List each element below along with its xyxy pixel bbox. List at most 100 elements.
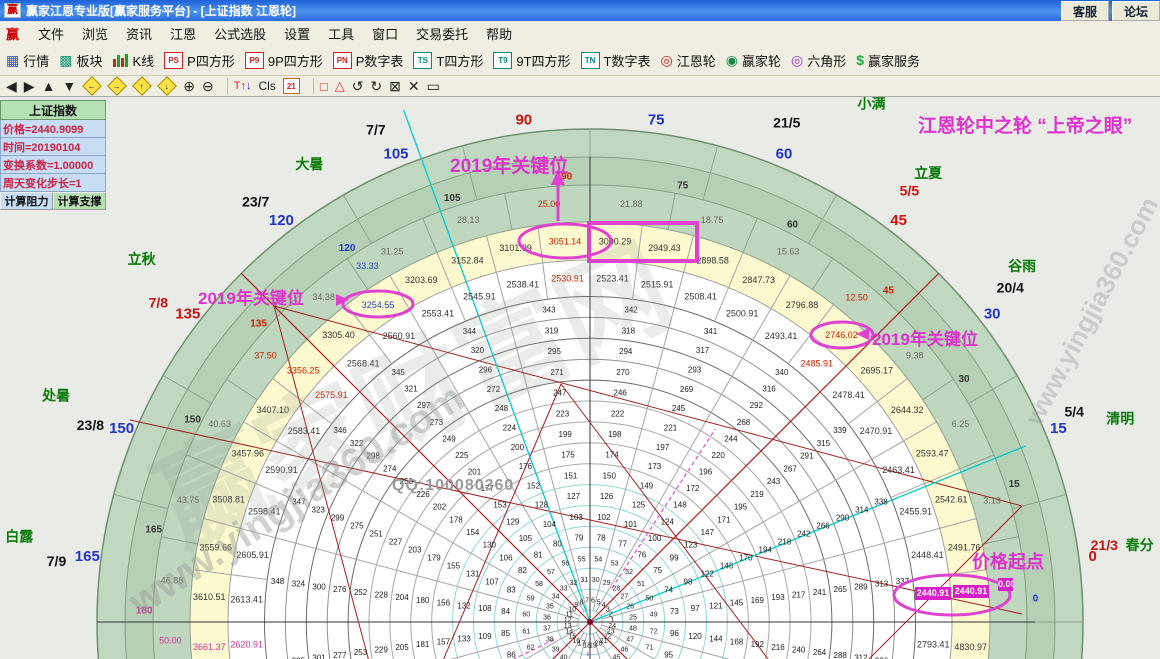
menu-item-0[interactable]: 文件 (29, 21, 73, 45)
svg-text:2508.41: 2508.41 (684, 291, 717, 301)
svg-text:32: 32 (570, 580, 578, 587)
pan-down-diamond-icon[interactable]: ↓ (158, 79, 176, 93)
svg-text:135: 135 (175, 305, 200, 322)
svg-text:2500.91: 2500.91 (726, 309, 759, 319)
nav-up-icon[interactable]: ▲ (42, 78, 56, 94)
toolbar-button-2[interactable]: K线 (113, 51, 155, 70)
svg-text:219: 219 (750, 490, 764, 499)
svg-text:36: 36 (543, 614, 551, 621)
svg-text:33.33: 33.33 (356, 261, 379, 271)
cls-button[interactable]: Cls (258, 79, 275, 93)
pan-right-diamond-icon[interactable]: → (108, 79, 126, 93)
svg-text:84: 84 (501, 607, 510, 616)
svg-text:46: 46 (621, 646, 629, 653)
svg-text:150: 150 (184, 415, 201, 426)
svg-text:49: 49 (650, 612, 658, 619)
nav-left-icon[interactable]: ◀ (6, 78, 17, 95)
svg-text:275: 275 (350, 521, 364, 530)
svg-text:40: 40 (560, 654, 568, 659)
select-box-icon[interactable]: ⊠ (389, 78, 401, 95)
menu-item-5[interactable]: 设置 (275, 21, 319, 45)
svg-text:216: 216 (771, 643, 785, 652)
svg-text:202: 202 (433, 503, 447, 512)
svg-text:130: 130 (483, 541, 497, 550)
svg-text:2746.02: 2746.02 (825, 330, 858, 340)
board-icon[interactable]: ▭ (427, 78, 440, 95)
menu-item-7[interactable]: 窗口 (363, 21, 407, 45)
toolbar-label-5: P数字表 (356, 51, 404, 70)
svg-text:立夏: 立夏 (914, 165, 943, 181)
svg-text:203: 203 (408, 545, 422, 554)
rotate-cw-icon[interactable]: ↻ (370, 78, 382, 95)
menu-item-3[interactable]: 江恩 (161, 21, 205, 45)
toolbar-button-8[interactable]: TNT数字表 (581, 51, 651, 70)
calc-support-button[interactable]: 计算支撑 (53, 192, 106, 210)
svg-text:34.38: 34.38 (312, 292, 335, 302)
svg-text:242: 242 (797, 529, 811, 538)
toolbar-button-10[interactable]: ◉赢家轮 (726, 51, 781, 70)
menu-item-2[interactable]: 资讯 (117, 21, 161, 45)
svg-text:107: 107 (485, 577, 499, 586)
svg-text:221: 221 (664, 424, 678, 433)
svg-text:50.00: 50.00 (159, 635, 182, 645)
svg-text:100: 100 (648, 534, 662, 543)
svg-text:15: 15 (1009, 479, 1021, 490)
svg-text:0: 0 (1033, 594, 1039, 605)
toolbar-button-6[interactable]: TST四方形 (413, 51, 483, 70)
rotate-ccw-icon[interactable]: ↺ (352, 78, 364, 95)
svg-text:222: 222 (611, 409, 625, 418)
svg-text:193: 193 (771, 593, 785, 602)
toolbar-button-7[interactable]: T99T四方形 (493, 51, 570, 70)
calendar-icon[interactable]: 21 (283, 78, 300, 94)
menu-item-8[interactable]: 交易委托 (407, 21, 477, 45)
main-toolbar: ▦行情 ▩板块 K线 PSP四方形 P99P四方形 PNP数字表 TST四方形 T99T四方形… (0, 45, 1160, 76)
svg-text:169: 169 (751, 596, 765, 605)
svg-text:120: 120 (269, 212, 294, 229)
svg-text:268: 268 (737, 418, 751, 427)
svg-text:246: 246 (614, 389, 628, 398)
menu-item-6[interactable]: 工具 (319, 21, 363, 45)
toolbar-button-3[interactable]: PSP四方形 (164, 51, 235, 70)
svg-text:204: 204 (395, 593, 409, 602)
center-cross-icon[interactable]: ✕ (408, 78, 420, 95)
zoom-out-icon[interactable]: ⊖ (202, 78, 214, 95)
toolbar-button-12[interactable]: $赢家服务 (856, 51, 920, 70)
nav-right-icon[interactable]: ▶ (24, 78, 35, 95)
toolbar-button-11[interactable]: ◎六角形 (791, 51, 846, 70)
svg-text:150: 150 (603, 471, 617, 480)
svg-text:341: 341 (704, 327, 718, 336)
svg-text:264: 264 (813, 648, 827, 657)
square-overlay-icon[interactable]: □ (320, 79, 328, 94)
pan-left-diamond-icon[interactable]: ← (83, 79, 101, 93)
menu-item-1[interactable]: 浏览 (73, 21, 117, 45)
svg-text:225: 225 (455, 451, 469, 460)
toolbar-button-4[interactable]: P99P四方形 (245, 51, 323, 70)
zoom-in-icon[interactable]: ⊕ (183, 78, 195, 95)
nav-down-icon[interactable]: ▼ (62, 78, 76, 94)
toolbar-button-0[interactable]: ▦行情 (6, 51, 49, 70)
svg-text:109: 109 (478, 632, 492, 641)
toolbar-button-1[interactable]: ▩板块 (59, 51, 102, 70)
toolbar-label-6: T四方形 (436, 51, 483, 70)
svg-text:2949.43: 2949.43 (648, 243, 681, 253)
calc-resistance-button[interactable]: 计算阻力 (0, 192, 53, 210)
menu-item-4[interactable]: 公式选股 (205, 21, 275, 45)
toolbar-button-5[interactable]: PNP数字表 (333, 51, 404, 70)
pan-up-diamond-icon[interactable]: ↑ (133, 79, 151, 93)
svg-text:176: 176 (519, 462, 533, 471)
triangle-overlay-icon[interactable]: △ (335, 78, 345, 94)
toolbar-button-9[interactable]: ◎江恩轮 (661, 51, 716, 70)
svg-text:75: 75 (653, 566, 662, 575)
svg-text:5: 5 (597, 599, 601, 606)
svg-text:174: 174 (605, 451, 619, 460)
svg-text:24: 24 (608, 623, 616, 630)
svg-text:157: 157 (437, 637, 451, 646)
titlebar-button-forum[interactable]: 论坛 (1112, 1, 1160, 21)
updown-icon[interactable]: T↑↓ (234, 80, 252, 92)
svg-text:18.75: 18.75 (701, 215, 724, 225)
svg-text:3661.37: 3661.37 (193, 642, 226, 652)
svg-text:30: 30 (984, 305, 1001, 322)
titlebar-button-service[interactable]: 客服 (1061, 1, 1109, 21)
menu-item-9[interactable]: 帮助 (477, 21, 521, 45)
svg-text:240: 240 (792, 646, 806, 655)
